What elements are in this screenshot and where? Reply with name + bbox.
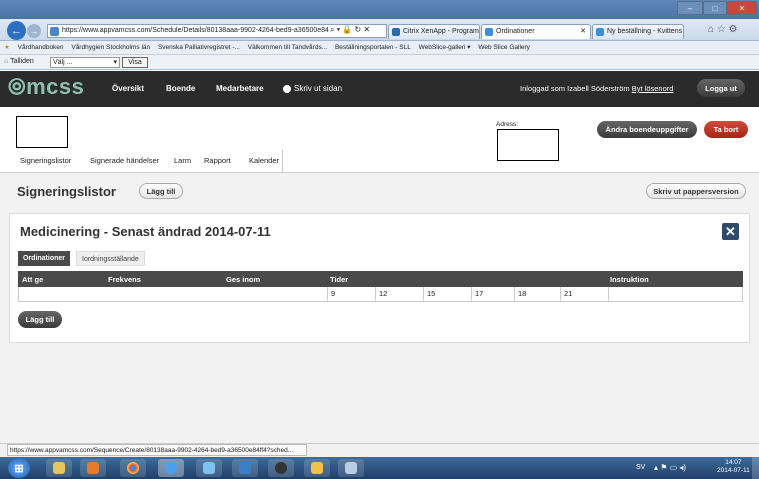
favorite-link[interactable]: Svenska Palliativregistret -...	[158, 44, 240, 51]
col-instruktion: Instruktion	[610, 275, 649, 284]
tab-citrix[interactable]: Citrix XenApp - Program	[388, 24, 480, 39]
media-player-icon	[87, 462, 99, 474]
forward-icon[interactable]: →	[27, 24, 41, 38]
print-page-link[interactable]: Skriv ut sidan	[283, 84, 342, 93]
taskbar-chrome[interactable]	[120, 459, 146, 477]
tab-ordinationer[interactable]: Ordinationer ✕	[481, 24, 591, 39]
home-icon: ⌂	[4, 58, 9, 65]
status-url: https://www.appvamcss.com/Sequence/Creat…	[7, 444, 307, 456]
time-cell: 21	[560, 287, 608, 301]
time-cell: 17	[471, 287, 514, 301]
clock[interactable]: 14:07 2014-07-11	[717, 459, 750, 475]
col-frekvens: Frekvens	[108, 275, 141, 284]
col-tider: Tider	[330, 275, 349, 284]
taskbar-explorer[interactable]	[46, 459, 72, 477]
favorite-link[interactable]: Vårdhandboken	[18, 44, 64, 51]
favorite-link[interactable]: Vårdhygien Stockholms län	[71, 44, 150, 51]
nav-boende[interactable]: Boende	[166, 84, 195, 93]
time-cell: 15	[423, 287, 471, 301]
close-icon[interactable]: ✕	[722, 223, 739, 240]
chevron-down-icon: ▾	[113, 59, 117, 66]
taskbar-outlook[interactable]	[304, 459, 330, 477]
lync-icon	[239, 462, 251, 474]
tray-icons-icon[interactable]: ▴ ⚑ ▭ ◂)	[654, 463, 686, 472]
change-resident-button[interactable]: Ändra boendeuppgifter	[597, 121, 697, 138]
address-text: https://www.appvamcss.com/Schedule/Detai…	[62, 27, 329, 34]
change-password-link[interactable]: Byt lösenord	[632, 84, 674, 93]
col-att-ge: Att ge	[22, 275, 44, 284]
language-indicator[interactable]: SV	[636, 464, 645, 471]
taskbar-lync[interactable]	[232, 459, 258, 477]
add-list-button[interactable]: Lägg till	[139, 183, 183, 199]
favorites-bar: ★ Vårdhandboken Vårdhygien Stockholms lä…	[0, 41, 759, 55]
taskbar-media[interactable]	[80, 459, 106, 477]
section-title: Signeringslistor	[17, 184, 116, 199]
tab-kalender[interactable]: Kalender	[249, 156, 279, 165]
close-tab-icon[interactable]: ✕	[580, 25, 586, 39]
home-star-gear-icon[interactable]: ⌂ ☆ ⚙	[708, 24, 738, 35]
favorite-link[interactable]: Web Slice Gallery	[478, 44, 530, 51]
add-medication-button[interactable]: Lägg till	[18, 311, 62, 328]
delete-button[interactable]: Ta bort	[704, 121, 748, 138]
time-cell: 9	[327, 287, 375, 301]
favorite-link[interactable]: Beställningsportalen - SLL	[335, 44, 411, 51]
resident-photo-placeholder	[16, 116, 68, 148]
folder-icon	[53, 462, 65, 474]
search-icon[interactable]: ⌕ ▾ 🔒 ↻ ✕	[330, 25, 370, 35]
ie-icon	[165, 462, 177, 474]
chrome-icon	[127, 462, 139, 474]
table-header: Att ge Frekvens Ges inom Tider Instrukti…	[18, 271, 743, 287]
taskbar-window[interactable]	[338, 459, 364, 477]
tab-ordinationer-panel[interactable]: Ordinationer	[18, 251, 71, 266]
logout-button[interactable]: Logga ut	[697, 79, 745, 97]
nav-medarbetare[interactable]: Medarbetare	[216, 84, 264, 93]
tab-signerade-handelser[interactable]: Signerade händelser	[90, 156, 159, 165]
tab-ny-bestallning[interactable]: Ny beställning - Kvittens	[592, 24, 684, 39]
mail-icon	[311, 462, 323, 474]
visa-button[interactable]: Visa	[122, 57, 148, 68]
favorite-link[interactable]: WebSlice-galleri ▾	[419, 44, 471, 51]
back-icon[interactable]: ←	[7, 21, 26, 40]
logo: ⦾mcss	[8, 74, 85, 99]
app-icon	[203, 462, 215, 474]
browser-title-bar	[0, 0, 759, 19]
panel-title: Medicinering - Senast ändrad 2014-07-11	[20, 224, 271, 239]
favorites-star-icon[interactable]: ★	[4, 44, 10, 51]
address-value-box	[497, 129, 559, 161]
taskbar-app[interactable]	[196, 459, 222, 477]
page-favicon-icon	[50, 27, 59, 36]
instruction-cell	[608, 287, 743, 301]
close-window-button[interactable]: ✕	[727, 1, 757, 15]
logged-in-text: Inloggad som Izabell Söderström Byt löse…	[520, 84, 674, 93]
tab-iordningsstallande[interactable]: Iordningsställande	[76, 251, 145, 266]
ie-icon	[485, 28, 493, 36]
maximize-button[interactable]: □	[703, 1, 727, 15]
minimize-button[interactable]: –	[677, 1, 703, 15]
printer-icon	[283, 84, 291, 93]
favorite-link[interactable]: Välkommen till Tandvårds...	[248, 44, 327, 51]
site-name: Talliden	[10, 58, 34, 65]
window-icon	[345, 462, 357, 474]
citrix-icon	[392, 28, 400, 36]
site-select[interactable]: Välj ... ▾	[50, 57, 120, 68]
logo-mark-icon: ⦾	[8, 74, 27, 99]
col-ges-inom: Ges inom	[226, 275, 261, 284]
camera-icon	[275, 462, 287, 474]
times-row: 9 12 15 17 18 21	[18, 287, 743, 302]
tab-signeringslistor[interactable]: Signeringslistor	[20, 156, 71, 165]
time-cell: 18	[514, 287, 560, 301]
time-cell: 12	[375, 287, 423, 301]
show-desktop-button[interactable]	[752, 457, 759, 479]
nav-oversikt[interactable]: Översikt	[112, 84, 144, 93]
taskbar-ie[interactable]	[158, 459, 184, 477]
taskbar-camera[interactable]	[268, 459, 294, 477]
print-paper-button[interactable]: Skriv ut pappersversion	[646, 183, 746, 199]
address-label: Adress:	[496, 121, 519, 128]
tab-rapport[interactable]: Rapport	[204, 156, 231, 165]
tab-larm[interactable]: Larm	[174, 156, 191, 165]
start-button[interactable]: ⊞	[8, 458, 30, 478]
ie-icon	[596, 28, 604, 36]
subnav-divider	[282, 150, 283, 172]
